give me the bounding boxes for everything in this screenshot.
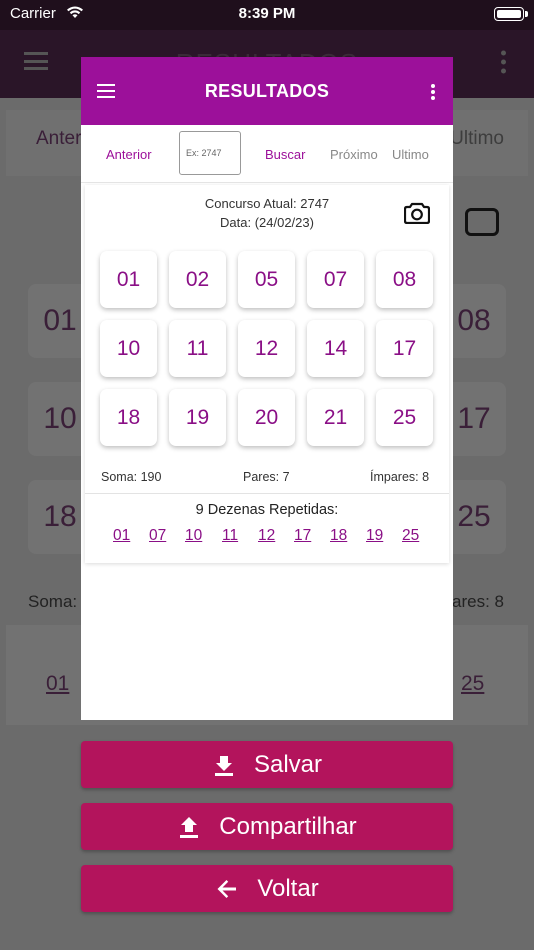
number-ball: 21 — [307, 389, 364, 446]
repeated-number-link[interactable]: 12 — [258, 527, 275, 545]
back-label: Voltar — [257, 874, 319, 902]
number-ball: 20 — [238, 389, 295, 446]
background-soma: Soma: — [28, 592, 78, 611]
soma-label: Soma: 190 — [101, 470, 162, 484]
last-button[interactable]: Ultimo — [392, 147, 429, 162]
download-icon — [214, 755, 233, 776]
number-ball: 11 — [169, 320, 226, 377]
more-options-icon[interactable] — [431, 84, 435, 100]
clock: 8:39 PM — [238, 5, 296, 22]
repeated-number-link[interactable]: 19 — [366, 527, 383, 545]
share-label: Compartilhar — [219, 812, 357, 840]
status-bar: Carrier 8:39 PM — [0, 0, 534, 30]
number-ball: 02 — [169, 251, 226, 308]
camera-icon[interactable] — [404, 202, 430, 224]
background-nav-prev: Anter — [36, 128, 82, 149]
repeated-number-link[interactable]: 18 — [330, 527, 347, 545]
pares-label: Pares: 7 — [243, 470, 290, 484]
number-ball: 12 — [238, 320, 295, 377]
save-button[interactable]: Salvar — [81, 741, 453, 788]
arrow-left-icon — [217, 879, 237, 898]
repeated-number-link[interactable]: 25 — [402, 527, 419, 545]
number-ball: 25 — [376, 389, 433, 446]
result-card: Concurso Atual: 2747 Data: (24/02/23) 01… — [85, 185, 449, 563]
previous-button[interactable]: Anterior — [106, 147, 152, 162]
number-ball: 17 — [376, 320, 433, 377]
impares-label: Ímpares: 8 — [370, 470, 430, 484]
number-ball: 19 — [169, 389, 226, 446]
background-more-icon — [501, 50, 506, 74]
number-ball: 08 — [376, 251, 433, 308]
contest-date: Data: (24/02/23) — [220, 215, 314, 230]
app-bar: RESULTADOS — [81, 57, 453, 125]
upload-icon — [180, 816, 199, 838]
background-nav-last: Ultimo — [450, 128, 504, 149]
repeated-number-link[interactable]: 01 — [113, 527, 130, 545]
number-ball: 05 — [238, 251, 295, 308]
search-button[interactable]: Buscar — [265, 147, 305, 162]
contest-number-input[interactable] — [179, 131, 241, 175]
background-impares: ares: 8 — [452, 592, 504, 611]
next-button[interactable]: Próximo — [330, 147, 378, 162]
repeated-number-link[interactable]: 11 — [222, 527, 238, 545]
divider — [85, 493, 449, 494]
battery-icon — [494, 7, 524, 21]
number-ball: 01 — [100, 251, 157, 308]
background-link: 25 — [461, 672, 485, 695]
contest-number: Concurso Atual: 2747 — [204, 196, 330, 211]
contest-navigation: Anterior Buscar Próximo Ultimo — [81, 125, 453, 183]
number-ball: 07 — [307, 251, 364, 308]
battery-tip — [525, 11, 528, 17]
number-ball: 14 — [307, 320, 364, 377]
results-modal: RESULTADOS Anterior Buscar Próximo Ultim… — [81, 57, 453, 720]
save-label: Salvar — [253, 750, 323, 778]
contest-info: Concurso Atual: 2747 Data: (24/02/23) — [85, 194, 449, 232]
repeated-number-link[interactable]: 07 — [149, 527, 166, 545]
number-ball: 18 — [100, 389, 157, 446]
repeated-number-link[interactable]: 17 — [294, 527, 311, 545]
back-button[interactable]: Voltar — [81, 865, 453, 912]
background-link: 01 — [46, 672, 70, 695]
page-title: RESULTADOS — [204, 81, 330, 101]
background-camera-icon — [465, 208, 499, 236]
number-ball: 10 — [100, 320, 157, 377]
share-button[interactable]: Compartilhar — [81, 803, 453, 850]
repeated-number-link[interactable]: 10 — [185, 527, 202, 545]
repeated-title: 9 Dezenas Repetidas: — [195, 502, 339, 518]
